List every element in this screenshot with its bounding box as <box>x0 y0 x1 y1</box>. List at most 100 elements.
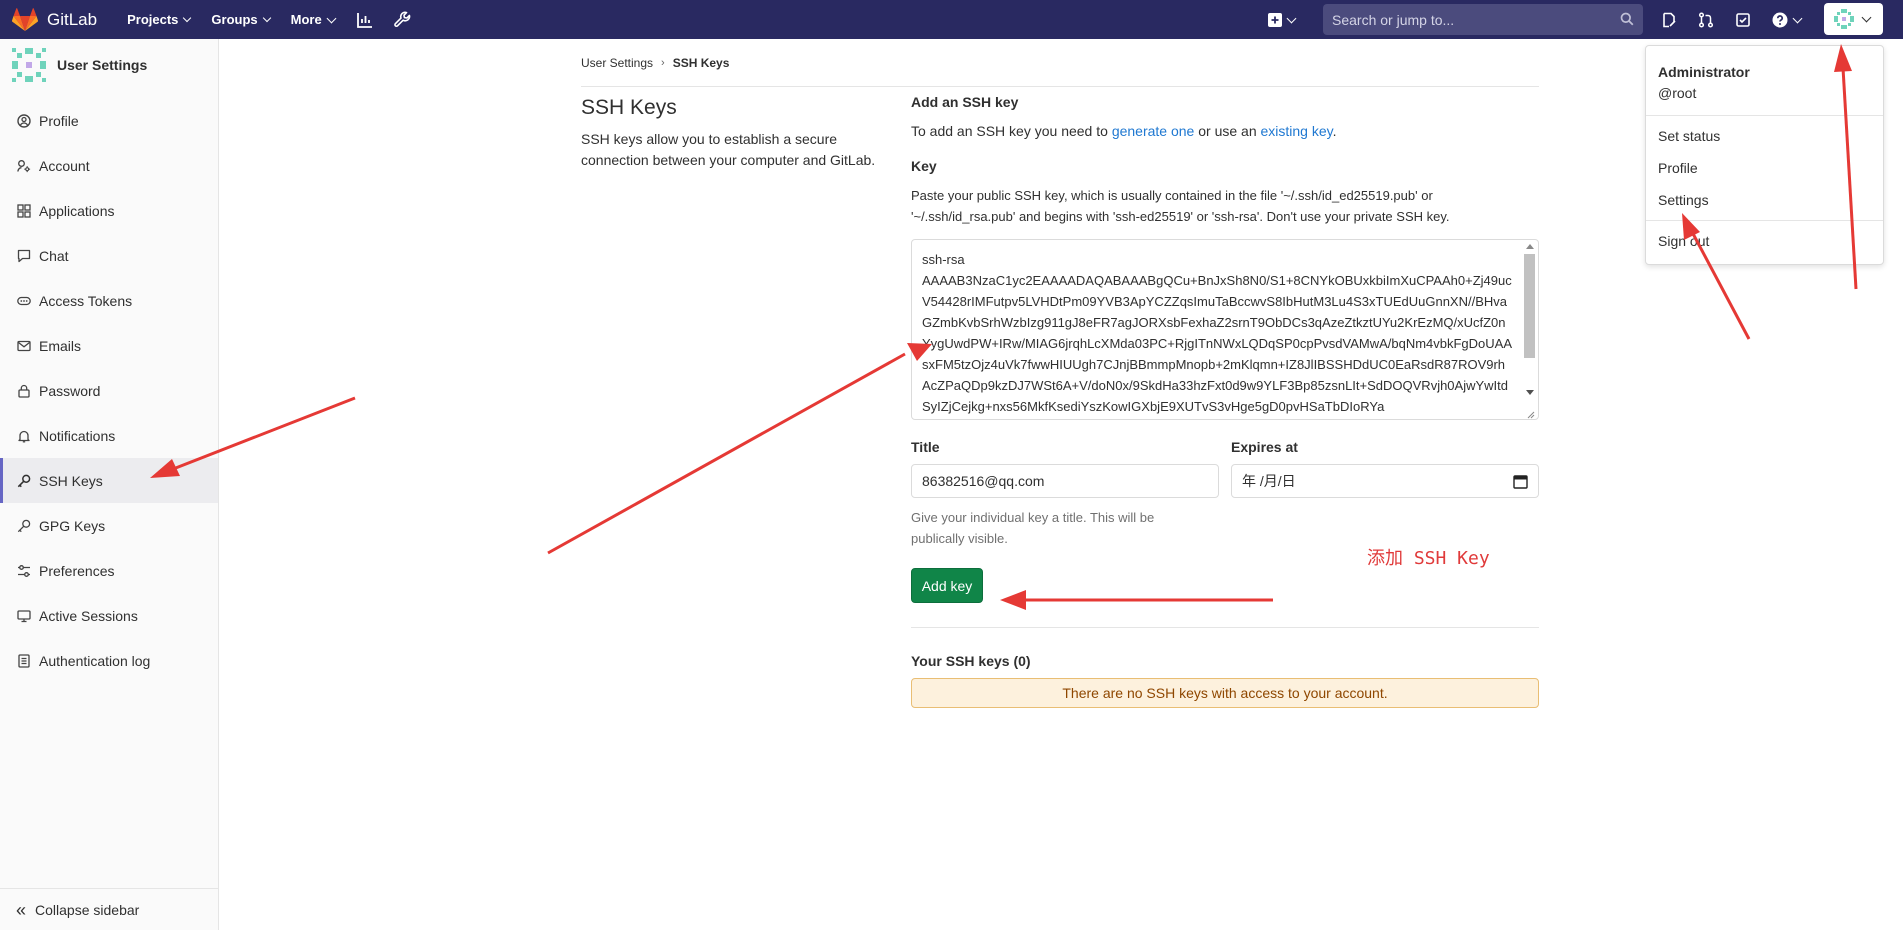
sidebar-item-active-sessions[interactable]: Active Sessions <box>0 593 218 638</box>
issues-icon[interactable] <box>1661 12 1677 28</box>
calendar-icon[interactable] <box>1513 474 1528 489</box>
activity-chart-icon[interactable] <box>356 11 374 29</box>
title-input[interactable] <box>922 473 1208 489</box>
expires-label: Expires at <box>1231 439 1298 455</box>
arrow-to-key-textarea <box>547 343 932 555</box>
collapse-sidebar-label: Collapse sidebar <box>35 901 140 918</box>
sidebar-list: Profile Account Applications Chat Access… <box>0 98 218 683</box>
key-textarea[interactable]: ssh-rsa AAAAB3NzaC1yc2EAAAADAQABAAABgQCu… <box>911 239 1539 420</box>
sidebar-item-label: Active Sessions <box>39 607 138 624</box>
existing-key-link[interactable]: existing key <box>1261 123 1333 139</box>
add-ssh-key-form: Add an SSH key To add an SSH key you nee… <box>911 94 1539 708</box>
sidebar-item-gpg-keys[interactable]: GPG Keys <box>0 503 218 548</box>
log-icon <box>16 653 32 669</box>
scroll-thumb[interactable] <box>1524 254 1535 358</box>
preferences-icon <box>16 563 32 579</box>
chevron-down-icon <box>1286 13 1297 23</box>
help-dropdown[interactable] <box>1772 12 1803 28</box>
dropdown-sign-out[interactable]: Sign out <box>1658 233 1709 249</box>
sidebar-item-label: Emails <box>39 337 82 354</box>
textarea-scrollbar[interactable] <box>1524 240 1536 413</box>
gitlab-logo-icon <box>12 7 38 31</box>
sidebar-item-label: Authentication log <box>39 652 151 669</box>
annotation-label: 添加 SSH Key <box>1367 548 1490 569</box>
title-input-box <box>911 464 1219 498</box>
sidebar-item-label: Password <box>39 382 101 399</box>
breadcrumb-user-settings[interactable]: User Settings <box>581 56 653 70</box>
dropdown-settings[interactable]: Settings <box>1658 192 1709 208</box>
title-help-text: Give your individual key a title. This w… <box>911 510 1155 546</box>
sidebar-item-chat[interactable]: Chat <box>0 233 218 278</box>
admin-wrench-icon[interactable] <box>394 11 412 29</box>
bell-icon <box>16 428 32 444</box>
search-box <box>1323 4 1643 35</box>
sidebar-header[interactable]: User Settings <box>0 39 218 91</box>
key-label: Key <box>911 158 937 174</box>
key-textarea-wrapper: ssh-rsa AAAAB3NzaC1yc2EAAAADAQABAAABgQCu… <box>911 227 1539 423</box>
avatar <box>12 48 46 82</box>
nav-more-label: More <box>290 12 322 27</box>
sidebar-item-applications[interactable]: Applications <box>0 188 218 233</box>
empty-keys-alert: There are no SSH keys with access to you… <box>911 678 1539 708</box>
sidebar-title: User Settings <box>57 57 148 73</box>
dropdown-divider <box>1646 115 1883 116</box>
nav-groups-label: Groups <box>211 12 258 27</box>
scroll-down-arrow-icon[interactable] <box>1526 390 1534 395</box>
todos-icon[interactable] <box>1735 12 1751 28</box>
form-intro: To add an SSH key you need to generate o… <box>911 123 1539 139</box>
your-ssh-keys-heading: Your SSH keys (0) <box>911 653 1031 669</box>
sidebar-item-ssh-keys[interactable]: SSH Keys <box>0 458 218 503</box>
breadcrumb-ssh-keys[interactable]: SSH Keys <box>673 56 730 70</box>
dropdown-profile[interactable]: Profile <box>1658 160 1698 176</box>
generate-one-link[interactable]: generate one <box>1112 123 1195 139</box>
sidebar-item-password[interactable]: Password <box>0 368 218 413</box>
sidebar-item-account[interactable]: Account <box>0 143 218 188</box>
merge-requests-icon[interactable] <box>1698 11 1714 28</box>
user-avatar-button[interactable] <box>1824 3 1883 35</box>
title-expires-row: Title Give your individual key a title. … <box>911 439 1539 549</box>
sidebar-item-access-tokens[interactable]: Access Tokens <box>0 278 218 323</box>
sidebar-item-preferences[interactable]: Preferences <box>0 548 218 593</box>
chevron-down-icon <box>183 13 192 23</box>
page-title: SSH Keys <box>581 96 677 119</box>
nav-projects[interactable]: Projects <box>127 12 192 27</box>
sidebar-item-authentication-log[interactable]: Authentication log <box>0 638 218 683</box>
key-help-text: Paste your public SSH key, which is usua… <box>911 188 1450 224</box>
nav-more[interactable]: More <box>290 12 337 27</box>
chevron-down-icon <box>1792 13 1803 23</box>
resize-grip-icon[interactable] <box>1525 409 1535 419</box>
collapse-sidebar-button[interactable]: « Collapse sidebar <box>0 888 218 930</box>
sidebar-item-label: SSH Keys <box>39 472 103 489</box>
scroll-up-arrow-icon[interactable] <box>1526 244 1534 249</box>
dropdown-divider <box>1646 220 1883 221</box>
applications-icon <box>16 203 32 219</box>
expires-date-value: 年 /月/日 <box>1242 473 1296 489</box>
settings-sidebar: User Settings Profile Account Applicatio… <box>0 39 219 930</box>
expires-date-input[interactable]: 年 /月/日 <box>1231 464 1539 498</box>
nav-menu: Projects Groups More <box>127 11 432 29</box>
sidebar-item-label: GPG Keys <box>39 517 106 534</box>
chevron-down-icon <box>1861 12 1872 23</box>
lock-icon <box>16 383 32 399</box>
sidebar-item-label: Access Tokens <box>39 292 133 309</box>
breadcrumb-divider <box>581 86 1539 87</box>
chevron-down-icon <box>262 13 271 23</box>
user-dropdown-menu: Administrator @root Set status Profile S… <box>1645 45 1884 265</box>
sidebar-item-label: Profile <box>39 112 79 129</box>
gitlab-home-link[interactable]: GitLab <box>12 7 97 32</box>
add-key-button[interactable]: Add key <box>911 568 983 603</box>
nav-right-icons <box>1661 0 1822 39</box>
key-icon <box>16 518 32 534</box>
sidebar-item-emails[interactable]: Emails <box>0 323 218 368</box>
new-dropdown-button[interactable] <box>1268 12 1297 27</box>
dropdown-set-status[interactable]: Set status <box>1658 128 1720 144</box>
chat-icon <box>16 248 32 264</box>
breadcrumb-separator-icon: › <box>661 57 665 69</box>
sidebar-item-notifications[interactable]: Notifications <box>0 413 218 458</box>
plus-square-icon <box>1268 12 1282 27</box>
nav-groups[interactable]: Groups <box>211 12 271 27</box>
search-input[interactable] <box>1332 11 1602 28</box>
dropdown-user-name: Administrator <box>1658 64 1750 80</box>
breadcrumb: User Settings › SSH Keys <box>581 56 729 70</box>
sidebar-item-profile[interactable]: Profile <box>0 98 218 143</box>
